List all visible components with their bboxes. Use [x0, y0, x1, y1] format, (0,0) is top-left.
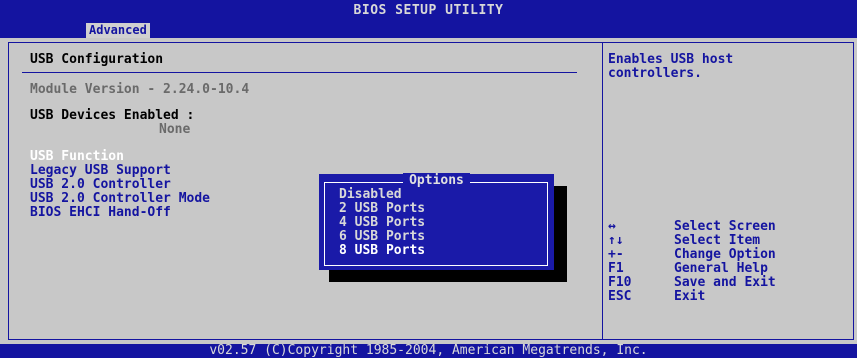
option-disabled[interactable]: Disabled: [339, 188, 402, 202]
options-popup[interactable]: Options Disabled 2 USB Ports 4 USB Ports…: [319, 173, 554, 270]
up-down-arrow-icon: ↑↓: [608, 233, 624, 248]
option-4-usb-ports[interactable]: 4 USB Ports: [339, 216, 425, 230]
help-line-2: controllers.: [608, 66, 702, 81]
section-separator: [22, 72, 577, 73]
option-2-usb-ports[interactable]: 2 USB Ports: [339, 202, 425, 216]
menu-item-usb-2-controller[interactable]: USB 2.0 Controller: [30, 178, 171, 192]
key-desc-exit: Exit: [674, 289, 706, 304]
key-desc-save-exit: Save and Exit: [674, 275, 776, 290]
option-8-usb-ports[interactable]: 8 USB Ports: [339, 244, 425, 258]
main-panel: USB Configuration Module Version - 2.24.…: [0, 38, 857, 344]
module-version: Module Version - 2.24.0-10.4: [30, 82, 250, 97]
esc-key: ESC: [608, 289, 632, 304]
plus-minus-key: +-: [608, 247, 624, 262]
key-desc-change-option: Change Option: [674, 247, 776, 262]
key-desc-select-screen: Select Screen: [674, 219, 776, 234]
help-line-1: Enables USB host: [608, 52, 734, 67]
left-right-arrow-icon: ↔: [608, 219, 616, 234]
option-6-usb-ports[interactable]: 6 USB Ports: [339, 230, 425, 244]
menu-item-bios-ehci-hand-off[interactable]: BIOS EHCI Hand-Off: [30, 206, 171, 220]
title-bar: BIOS SETUP UTILITY: [0, 0, 857, 22]
tab-advanced[interactable]: Advanced: [86, 23, 150, 38]
section-title: USB Configuration: [30, 52, 164, 67]
options-popup-title: Options: [319, 173, 554, 188]
menu-item-legacy-usb-support[interactable]: Legacy USB Support: [30, 164, 171, 178]
panel-divider: [602, 43, 603, 339]
f10-key: F10: [608, 275, 632, 290]
usb-devices-label: USB Devices Enabled :: [30, 108, 195, 123]
options-title-text: Options: [403, 173, 470, 188]
menu-item-usb-2-controller-mode[interactable]: USB 2.0 Controller Mode: [30, 192, 210, 206]
footer-copyright: v02.57 (C)Copyright 1985-2004, American …: [0, 344, 857, 358]
key-desc-general-help: General Help: [674, 261, 768, 276]
f1-key: F1: [608, 261, 624, 276]
bios-title: BIOS SETUP UTILITY: [353, 3, 504, 18]
help-text: Enables USB host controllers.: [608, 53, 838, 81]
usb-devices-value: None: [159, 122, 191, 137]
key-desc-select-item: Select Item: [674, 233, 761, 248]
menu-item-usb-function[interactable]: USB Function: [30, 150, 124, 164]
